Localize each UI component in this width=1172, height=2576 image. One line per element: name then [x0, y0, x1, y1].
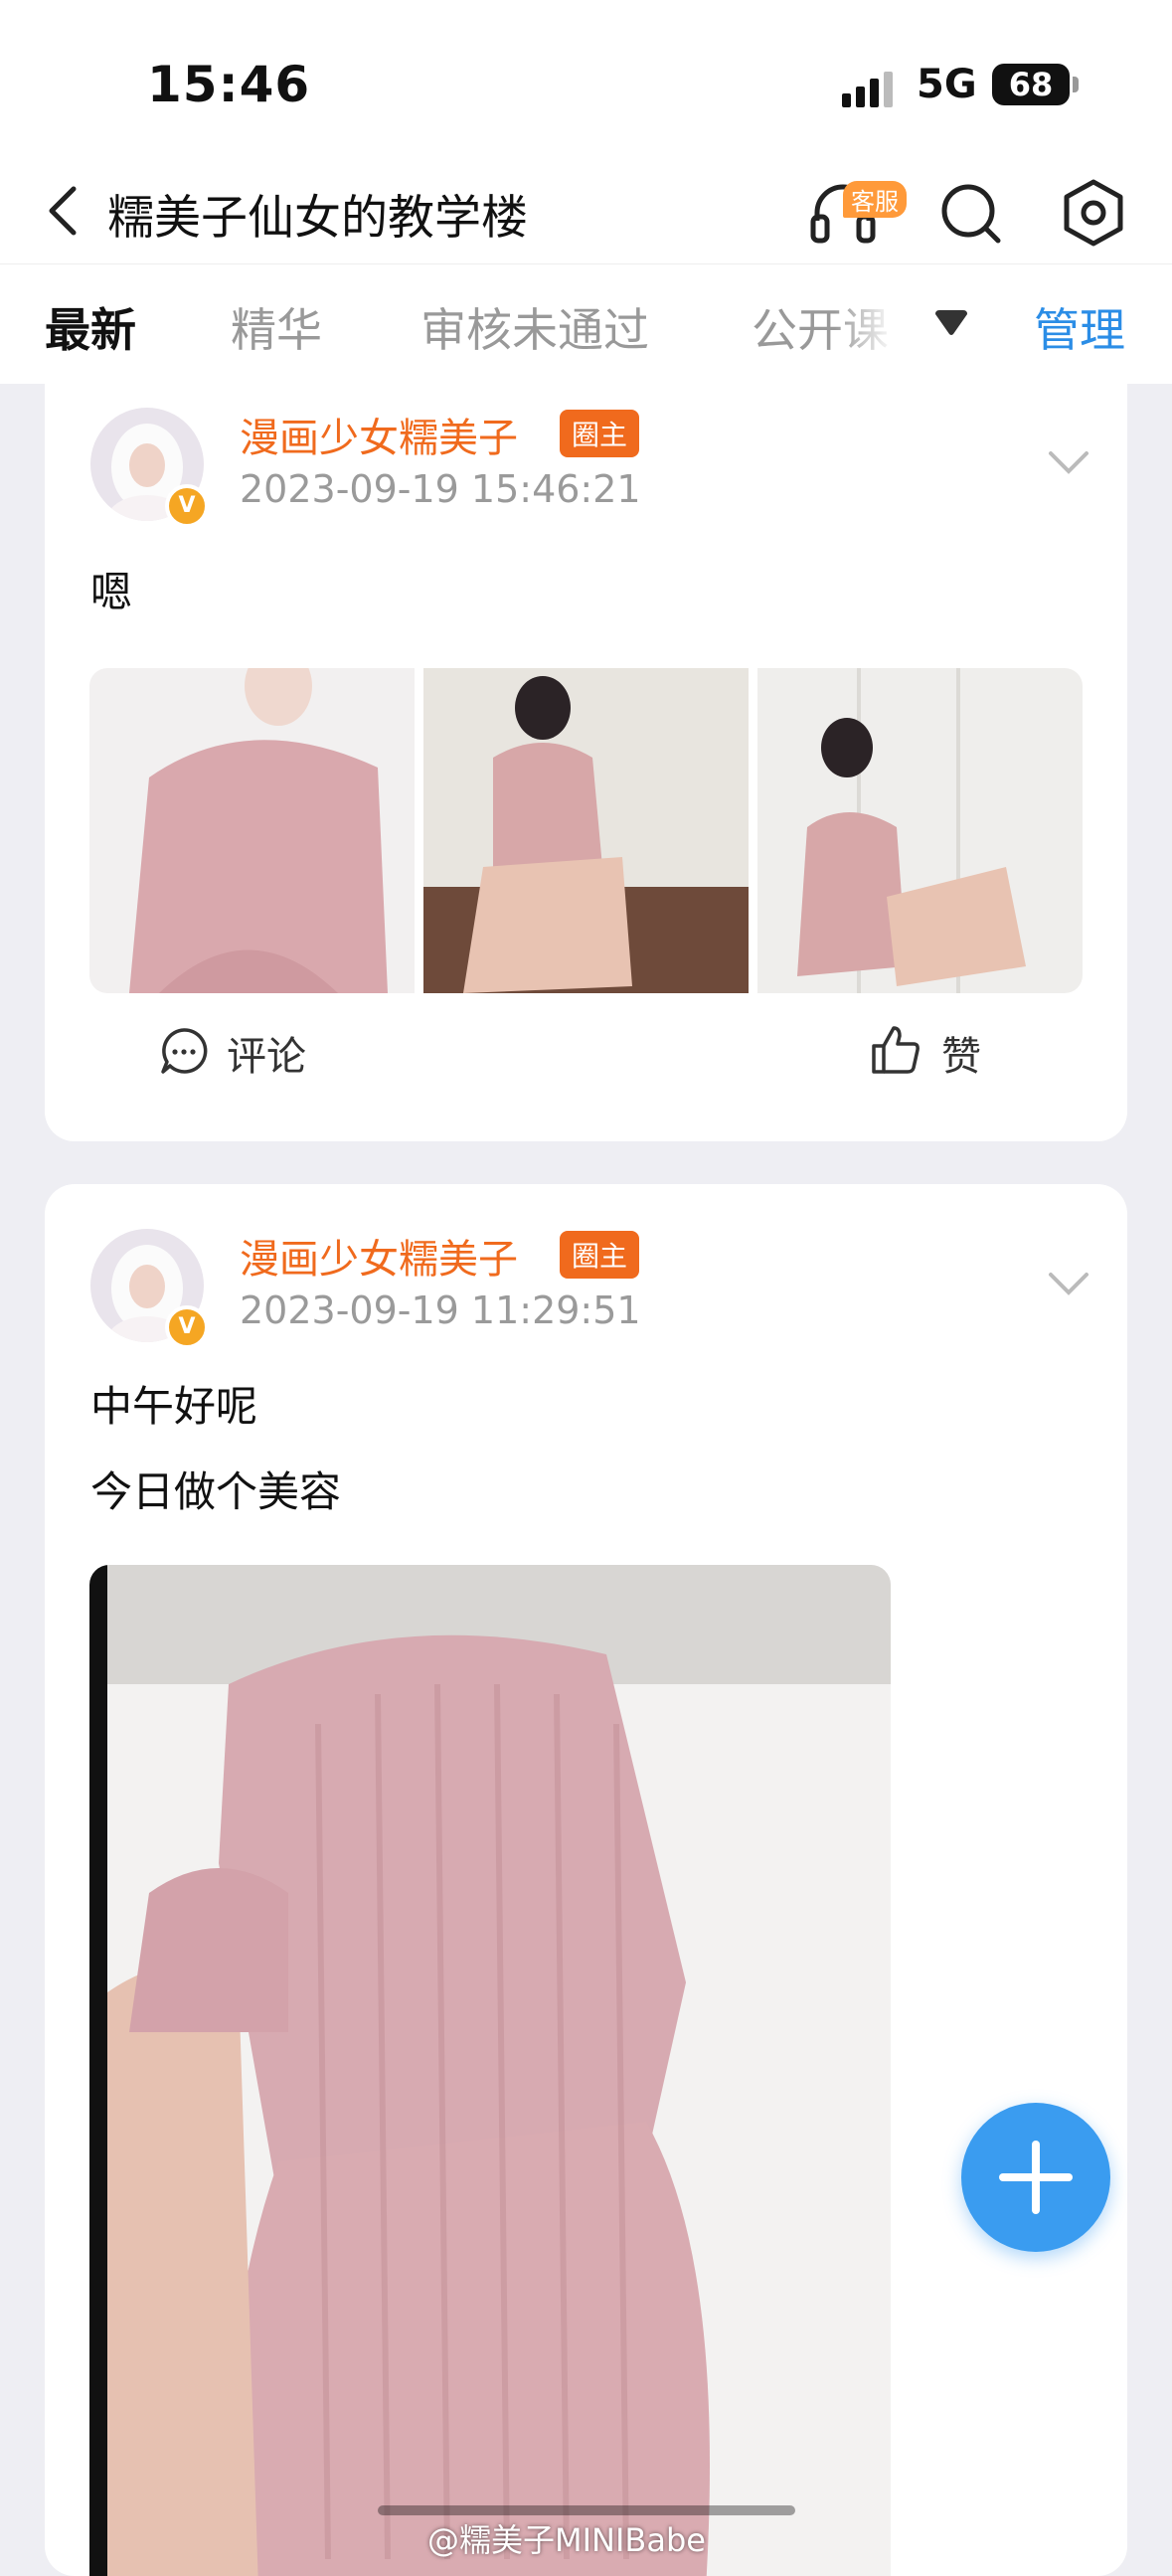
top-nav: 糯美子仙女的教学楼 客服	[0, 159, 1172, 263]
post-timestamp: 2023-09-19 11:29:51	[240, 1288, 641, 1332]
battery-cap	[1073, 77, 1079, 92]
watermark: @糯美子MINIBabe	[427, 2521, 706, 2559]
network-type: 5G	[917, 62, 977, 107]
status-time: 15:46	[147, 56, 311, 113]
page-title: 糯美子仙女的教学楼	[107, 191, 528, 246]
tab-latest[interactable]: 最新	[45, 294, 136, 360]
status-bar: 15:46 5G 68	[0, 0, 1172, 159]
author-name[interactable]: 漫画少女糯美子	[240, 406, 518, 463]
role-badge: 圈主	[560, 410, 640, 457]
tab-bar: 最新 精华 审核未通过 公开课 管理	[0, 263, 1172, 384]
role-badge: 圈主	[560, 1231, 640, 1279]
thumbs-up-icon[interactable]	[870, 1024, 921, 1076]
verified-icon: V	[165, 1305, 209, 1349]
post-image[interactable]	[423, 668, 749, 993]
tab-fade	[835, 264, 895, 384]
post-image[interactable]	[89, 1565, 891, 2576]
home-indicator	[378, 2505, 795, 2515]
battery-level: 68	[992, 64, 1070, 105]
chevron-down-icon[interactable]	[1047, 447, 1090, 477]
compose-button[interactable]	[961, 2103, 1110, 2252]
comment-button[interactable]: 评论	[227, 1024, 306, 1082]
hexagon-settings-icon[interactable]	[1058, 177, 1129, 249]
tab-featured[interactable]: 精华	[231, 294, 322, 360]
chevron-left-icon[interactable]	[40, 181, 89, 241]
speech-bubble-icon[interactable]	[159, 1026, 209, 1076]
post-text-line: 中午好呢	[90, 1382, 258, 1431]
plus-icon	[999, 2141, 1073, 2214]
post-image[interactable]	[757, 668, 1083, 993]
signal-icon	[842, 72, 893, 107]
service-badge: 客服	[843, 181, 907, 218]
post-text: 嗯	[90, 568, 133, 616]
post-text-line: 今日做个美容	[90, 1467, 342, 1516]
manage-button[interactable]: 管理	[1034, 294, 1125, 360]
verified-icon: V	[165, 484, 209, 528]
post-image[interactable]	[89, 668, 415, 993]
author-name[interactable]: 漫画少女糯美子	[240, 1227, 518, 1285]
search-icon[interactable]	[934, 177, 1006, 249]
post-card[interactable]: V 漫画少女糯美子 圈主 2023-09-19 11:29:51 中午好呢 今日…	[45, 1184, 1127, 2576]
chevron-down-icon[interactable]	[1047, 1269, 1090, 1298]
post-timestamp: 2023-09-19 15:46:21	[240, 467, 641, 511]
like-button[interactable]: 赞	[941, 1024, 981, 1082]
tab-rejected[interactable]: 审核未通过	[420, 294, 649, 360]
post-card[interactable]: V 漫画少女糯美子 圈主 2023-09-19 15:46:21 嗯 评论 赞	[45, 368, 1127, 1141]
triangle-down-icon[interactable]	[932, 304, 970, 340]
